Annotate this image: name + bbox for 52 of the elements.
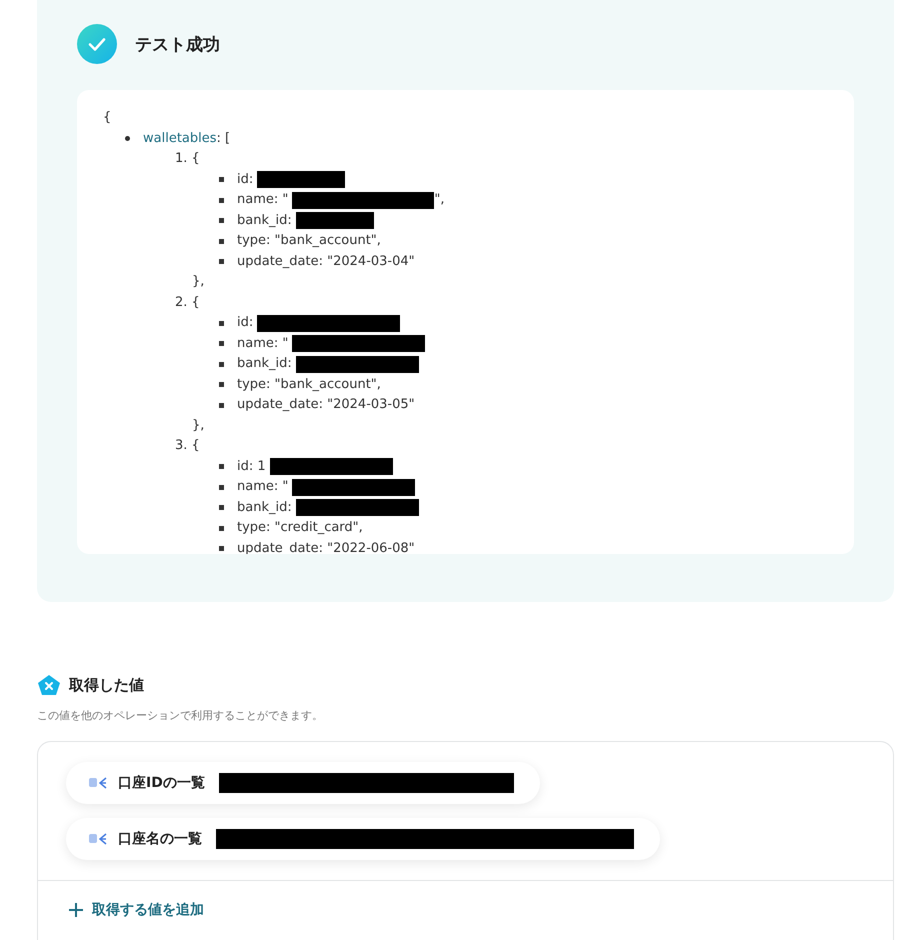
code-text: { xyxy=(103,109,112,127)
code-text: 3. { xyxy=(175,437,200,455)
code-key: walletables xyxy=(143,128,217,149)
bullet-icon xyxy=(219,505,224,510)
result-title: テスト成功 xyxy=(135,34,220,56)
bullet-icon xyxy=(219,320,224,326)
bullet-icon xyxy=(219,382,224,388)
code-text: name: " xyxy=(237,478,288,496)
code-text: 2. { xyxy=(175,294,200,312)
database-icon xyxy=(88,831,108,847)
variable-icon xyxy=(37,674,61,696)
code-text: type: "credit_card", xyxy=(237,519,363,537)
code-text: id: xyxy=(237,170,254,188)
bullet-icon xyxy=(219,362,224,367)
bullet-icon xyxy=(125,136,130,142)
bullet-icon xyxy=(219,526,224,531)
code-text: name: " xyxy=(237,191,288,209)
add-value-button[interactable]: 取得する値を追加 xyxy=(68,901,204,919)
code-text: type: "bank_account", xyxy=(237,232,381,250)
section-title: 取得した値 xyxy=(69,676,144,694)
bullet-icon xyxy=(219,341,224,346)
value-chip[interactable]: 口座名の一覧 xyxy=(66,818,660,860)
bullet-icon xyxy=(219,238,224,244)
bullet-icon xyxy=(219,198,224,203)
bullet-icon xyxy=(219,484,224,490)
chip-label: 口座IDの一覧 xyxy=(118,774,205,792)
code-text: : [ xyxy=(216,130,230,148)
bullet-icon xyxy=(219,546,224,552)
code-text: 1. { xyxy=(175,150,200,168)
value-chip[interactable]: 口座IDの一覧 xyxy=(66,762,540,804)
chip-label: 口座名の一覧 xyxy=(118,830,202,848)
code-text: ", xyxy=(434,191,444,209)
code-text: bank_id: xyxy=(237,355,292,373)
code-text: id: xyxy=(237,314,254,332)
database-icon xyxy=(88,775,108,791)
bullet-icon xyxy=(219,464,224,470)
code-text: name: " xyxy=(237,334,288,352)
code-text: update_date: "2024-03-05" xyxy=(237,396,415,414)
plus-icon xyxy=(68,902,84,918)
code-text: bank_id: xyxy=(237,498,292,516)
code-text: bank_id: xyxy=(237,212,292,230)
code-text: }, xyxy=(192,416,204,434)
bullet-icon xyxy=(219,402,224,408)
bullet-icon xyxy=(219,259,224,264)
check-icon xyxy=(77,24,117,64)
code-text: type: "bank_account", xyxy=(237,376,381,394)
section-description: この値を他のオペレーションで利用することができます。 xyxy=(37,708,324,723)
code-text: update_date: "2024-03-04" xyxy=(237,252,415,270)
code-text: id: 1 xyxy=(237,458,266,476)
bullet-icon xyxy=(219,177,224,182)
code-text: }, xyxy=(192,273,204,291)
bullet-icon xyxy=(219,218,224,224)
